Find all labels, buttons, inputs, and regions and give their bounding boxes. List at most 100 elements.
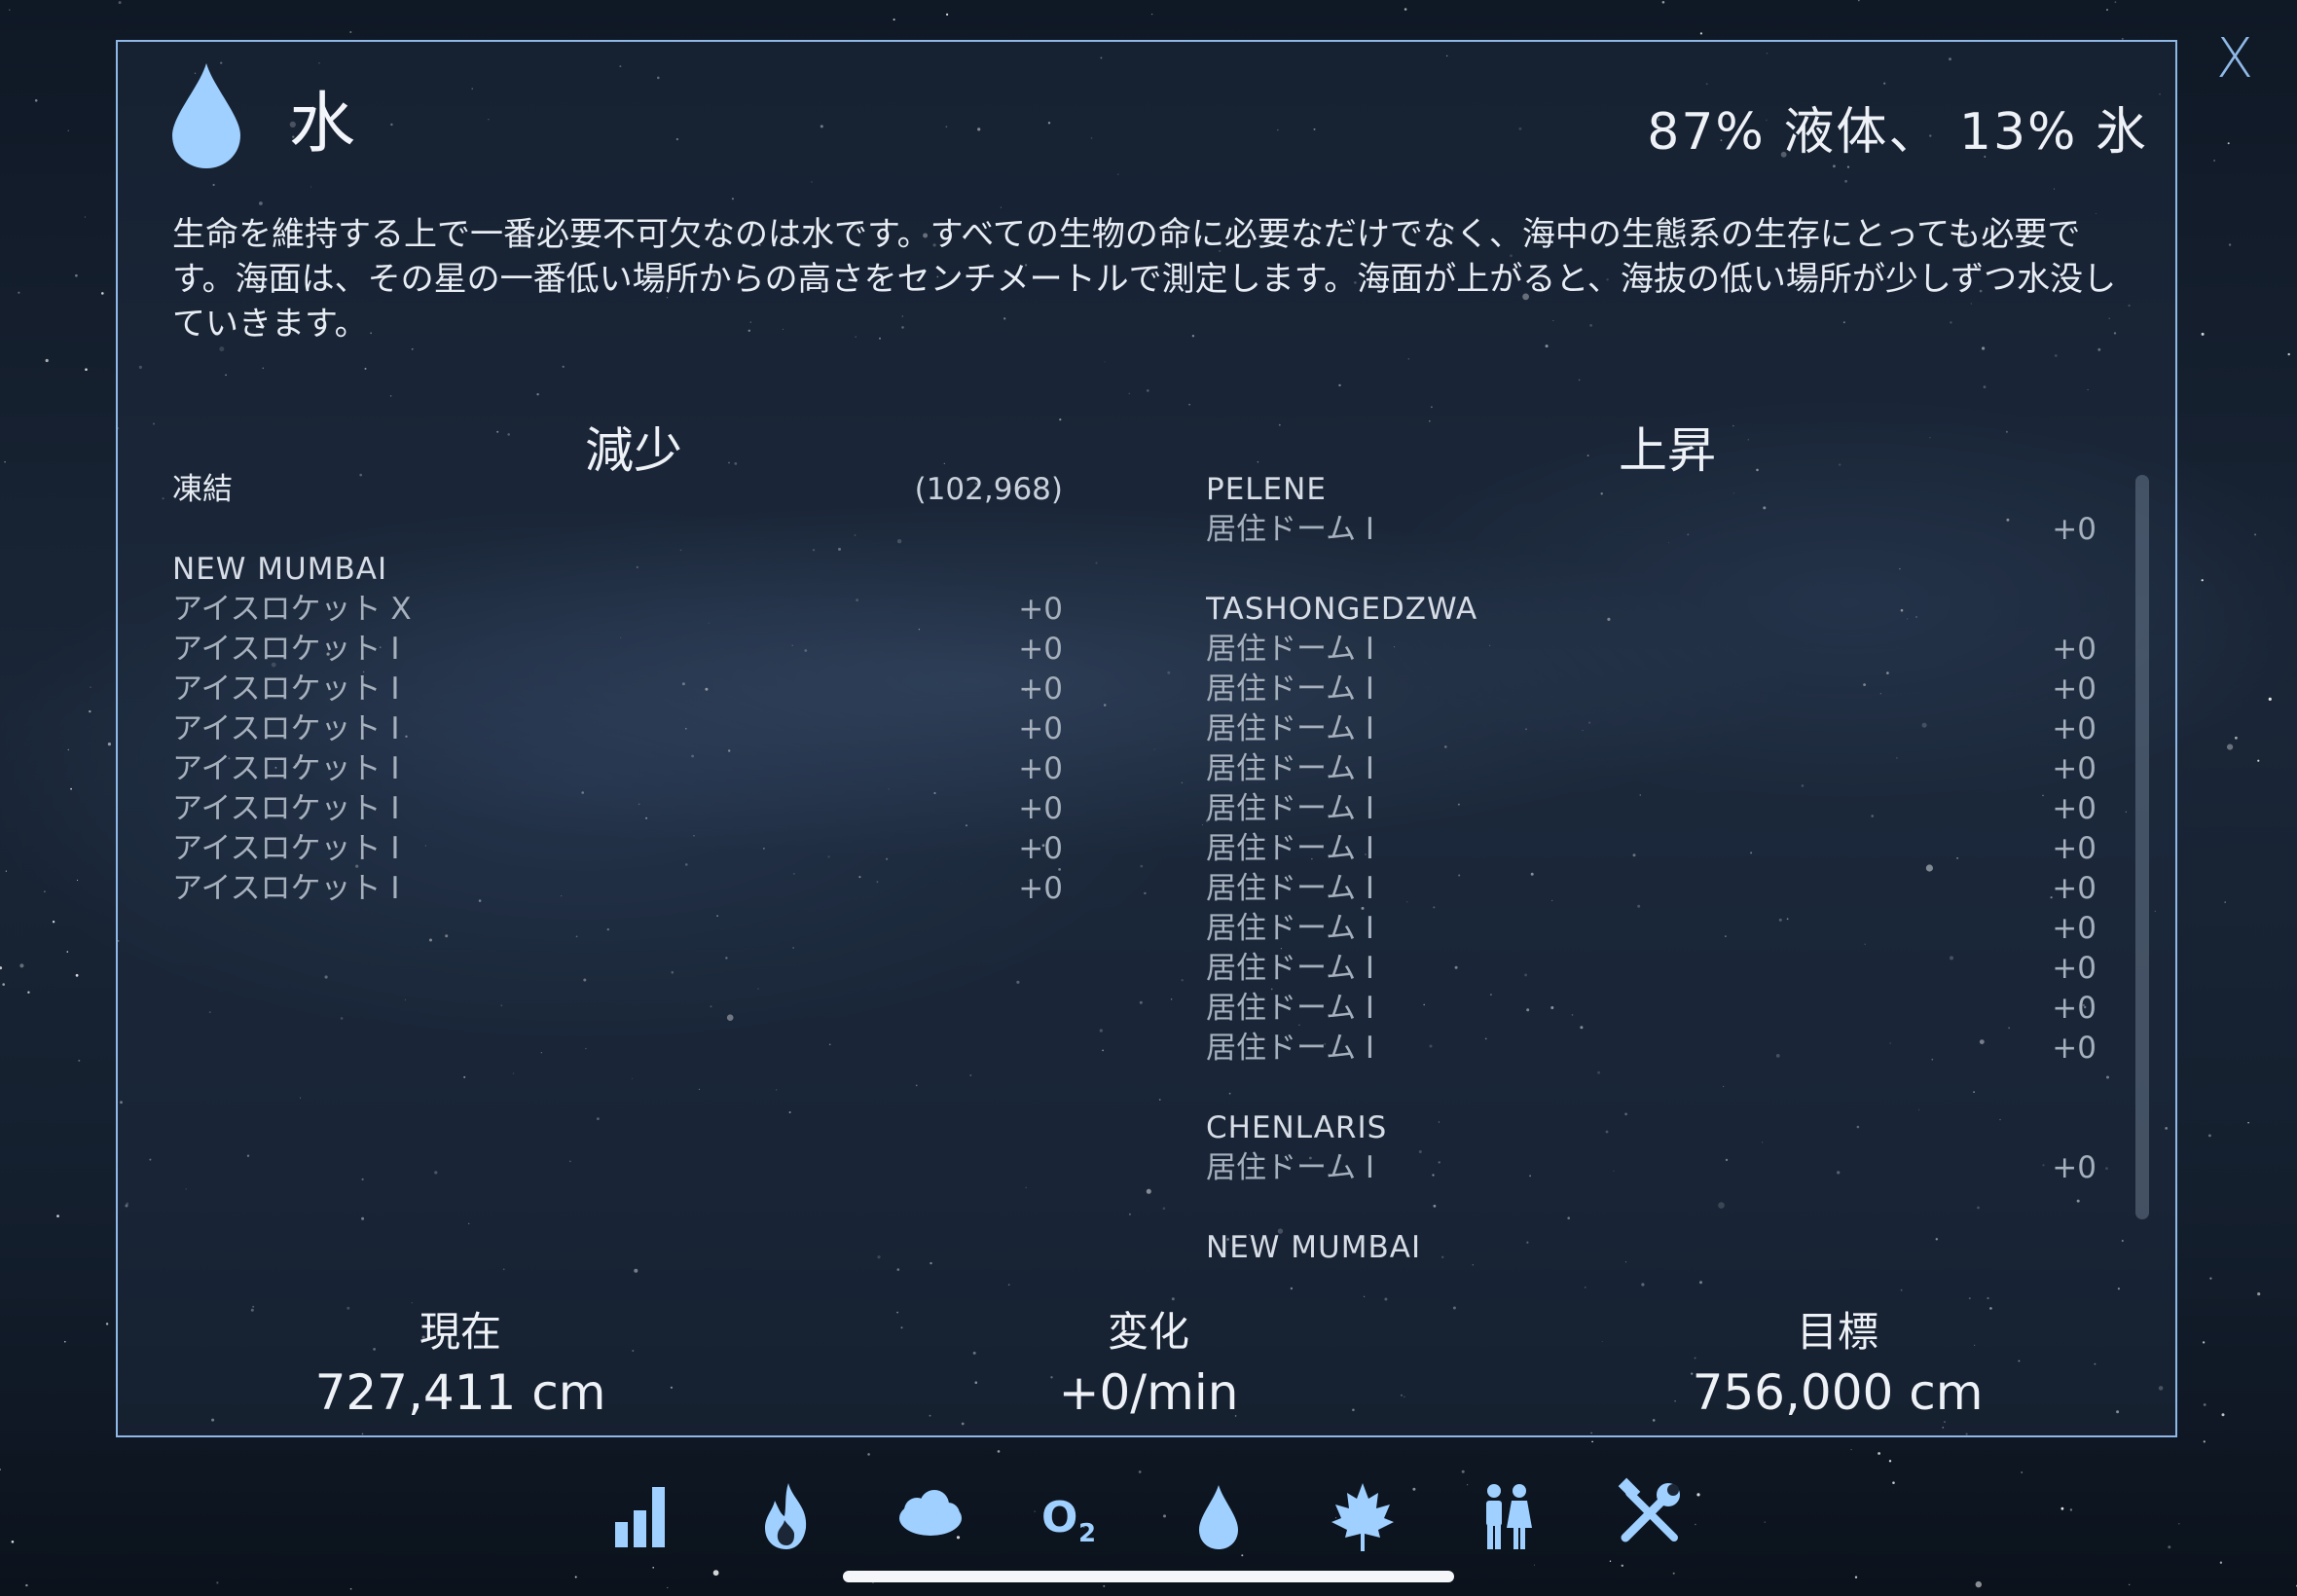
building-row-value: +0 <box>1018 592 1063 627</box>
building-row: 居住ドーム I +0 <box>1206 869 2096 909</box>
building-row-value: +0 <box>2052 751 2096 786</box>
freeze-value: (102,968) <box>914 472 1063 507</box>
tools-icon <box>1618 1477 1680 1542</box>
city-heading: NEW MUMBAI <box>172 550 1063 590</box>
building-row-label: アイスロケット I <box>172 871 400 906</box>
building-row-label: 居住ドーム I <box>1206 831 1375 866</box>
building-row-value: +0 <box>2052 671 2096 707</box>
building-row-value: +0 <box>1018 831 1063 866</box>
building-row-label: 居住ドーム I <box>1206 871 1375 906</box>
building-row-value: +0 <box>1018 791 1063 826</box>
water-icon <box>1199 1485 1238 1549</box>
building-row-label: アイスロケット I <box>172 711 400 746</box>
building-row-value: +0 <box>2052 911 2096 946</box>
panel-title: 水 <box>289 86 356 163</box>
building-row: 居住ドーム I +0 <box>1206 1029 2096 1069</box>
building-row-value: +0 <box>1018 871 1063 906</box>
building-row-label: アイスロケット I <box>172 671 400 707</box>
building-row: 居住ドーム I +0 <box>1206 630 2096 670</box>
water-drop-icon <box>172 63 240 168</box>
tab-biomass[interactable] <box>1324 1477 1402 1555</box>
freeze-row: 凍結 (102,968) <box>172 470 1063 510</box>
building-row-label: 居住ドーム I <box>1206 751 1375 786</box>
current-value: 727,411 cm <box>314 1364 606 1421</box>
building-row-value: +0 <box>1018 632 1063 667</box>
city-heading-label: NEW MUMBAI <box>1206 1230 1422 1265</box>
city-heading-label: NEW MUMBAI <box>172 552 388 587</box>
current-stat: 現在 727,411 cm <box>217 1299 704 1421</box>
building-row-value: +0 <box>2052 711 2096 746</box>
city-heading: CHENLARIS <box>1206 1108 2096 1148</box>
oxygen-icon: O 2 <box>1041 1493 1096 1548</box>
building-row-label: アイスロケット I <box>172 791 400 826</box>
building-row-value: +0 <box>2052 1150 2096 1185</box>
city-heading: PELENE <box>1206 470 2096 510</box>
biomass-leaf-icon <box>1331 1483 1394 1551</box>
building-row-label: アイスロケット X <box>172 592 412 627</box>
tab-population[interactable] <box>1468 1477 1546 1555</box>
building-row-label: 居住ドーム I <box>1206 1031 1375 1066</box>
decrease-list: 凍結 (102,968) NEW MUMBAI アイスロケット X +0 アイスロケッ… <box>172 470 1063 909</box>
tab-stats[interactable] <box>603 1477 681 1555</box>
building-row: 居住ドーム I +0 <box>1206 709 2096 749</box>
water-state-readout: 87% 液体、 13% 氷 <box>1647 103 2148 162</box>
building-row-label: アイスロケット I <box>172 831 400 866</box>
building-row: 居住ドーム I +0 <box>1206 829 2096 869</box>
building-row-label: 居住ドーム I <box>1206 791 1375 826</box>
building-row-label: アイスロケット I <box>172 751 400 786</box>
building-row-value: +0 <box>2052 1031 2096 1066</box>
city-heading: TASHONGEDZWA <box>1206 590 2096 630</box>
building-row-value: +0 <box>2052 791 2096 826</box>
building-row-value: +0 <box>1018 671 1063 707</box>
increase-scrollbar[interactable] <box>2135 475 2149 1219</box>
bottom-tab-bar: O 2 <box>603 1477 1694 1555</box>
building-row: 居住ドーム I +0 <box>1206 789 2096 829</box>
city-heading-label: CHENLARIS <box>1206 1110 1388 1145</box>
svg-text:2: 2 <box>1078 1519 1096 1548</box>
building-row-value: +0 <box>2052 991 2096 1026</box>
building-row-value: +0 <box>2052 951 2096 986</box>
building-row: 居住ドーム I +0 <box>1206 989 2096 1029</box>
freeze-label: 凍結 <box>172 472 233 507</box>
home-indicator <box>843 1571 1454 1582</box>
building-row: アイスロケット I +0 <box>172 789 1063 829</box>
building-row-label: 居住ドーム I <box>1206 711 1375 746</box>
tab-heat[interactable] <box>747 1477 825 1555</box>
close-button[interactable]: X <box>2209 29 2260 90</box>
stats-icon <box>615 1487 665 1547</box>
building-row: 居住ドーム I +0 <box>1206 949 2096 989</box>
change-value: +0/min <box>1058 1364 1239 1421</box>
water-detail-panel: 水 87% 液体、 13% 氷 生命を維持する上で一番必要不可欠なのは水です。す… <box>116 40 2177 1437</box>
building-row-label: 居住ドーム I <box>1206 632 1375 667</box>
building-row: アイスロケット I +0 <box>172 670 1063 709</box>
building-row: アイスロケット I +0 <box>172 630 1063 670</box>
building-row: アイスロケット I +0 <box>172 829 1063 869</box>
building-row-label: 居住ドーム I <box>1206 1150 1375 1185</box>
building-row: アイスロケット X +0 <box>172 590 1063 630</box>
building-row-value: +0 <box>1018 711 1063 746</box>
building-row: アイスロケット I +0 <box>172 749 1063 789</box>
tab-water[interactable] <box>1180 1477 1258 1555</box>
svg-text:O: O <box>1041 1493 1077 1542</box>
change-stat: 変化 +0/min <box>905 1299 1392 1421</box>
tab-oxygen[interactable]: O 2 <box>1036 1477 1113 1555</box>
building-row: 居住ドーム I +0 <box>1206 1148 2096 1188</box>
city-heading-label: PELENE <box>1206 472 1327 507</box>
building-row: 居住ドーム I +0 <box>1206 749 2096 789</box>
city-heading-label: TASHONGEDZWA <box>1206 592 1478 627</box>
tab-atmosphere[interactable] <box>892 1477 969 1555</box>
increase-list[interactable]: PELENE 居住ドーム I +0 TASHONGEDZWA 居住ドーム I +0 居住ドー… <box>1206 470 2096 1322</box>
change-label: 変化 <box>1107 1308 1189 1356</box>
building-row: 居住ドーム I +0 <box>1206 670 2096 709</box>
building-row-value: +0 <box>2052 871 2096 906</box>
building-row-value: +0 <box>2052 831 2096 866</box>
building-row: 居住ドーム I +0 <box>1206 510 2096 550</box>
heat-icon <box>765 1483 807 1549</box>
target-value: 756,000 cm <box>1692 1364 1984 1421</box>
city-heading: NEW MUMBAI <box>1206 1228 2096 1268</box>
building-row-label: 居住ドーム I <box>1206 951 1375 986</box>
building-row-label: アイスロケット I <box>172 632 400 667</box>
tab-tools[interactable] <box>1612 1477 1690 1555</box>
building-row-label: 居住ドーム I <box>1206 671 1375 707</box>
target-label: 目標 <box>1796 1308 1878 1356</box>
